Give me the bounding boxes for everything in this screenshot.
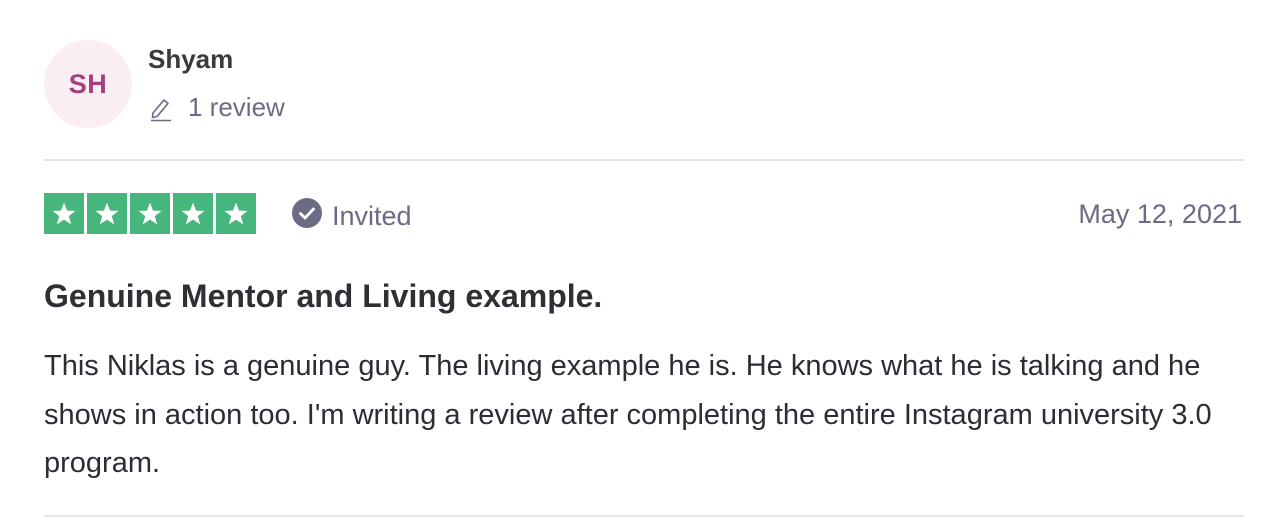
- avatar[interactable]: SH: [44, 40, 132, 128]
- pencil-icon: [148, 94, 174, 122]
- star-rating: [44, 193, 256, 234]
- divider: [44, 515, 1244, 517]
- check-circle-icon: [291, 197, 323, 236]
- divider: [44, 159, 1244, 161]
- verification-label: Invited: [332, 201, 412, 231]
- review-date: May 12, 2021: [1078, 199, 1242, 229]
- review-meta: Invited May 12, 2021: [44, 193, 1244, 237]
- verification-badge[interactable]: Invited: [291, 197, 412, 236]
- consumer-info: SH Shyam 1 review: [44, 40, 644, 130]
- star-icon: [173, 193, 213, 234]
- review-count-label: 1 review: [188, 92, 285, 122]
- star-icon: [87, 193, 127, 234]
- review-card: SH Shyam 1 review Invited May 12, 2021 G…: [44, 0, 1244, 526]
- star-icon: [44, 193, 84, 234]
- review-title[interactable]: Genuine Mentor and Living example.: [44, 278, 602, 315]
- star-icon: [216, 193, 256, 234]
- consumer-name[interactable]: Shyam: [148, 44, 233, 75]
- consumer-review-count: 1 review: [148, 92, 285, 123]
- review-body: This Niklas is a genuine guy. The living…: [44, 350, 1212, 479]
- star-icon: [130, 193, 170, 234]
